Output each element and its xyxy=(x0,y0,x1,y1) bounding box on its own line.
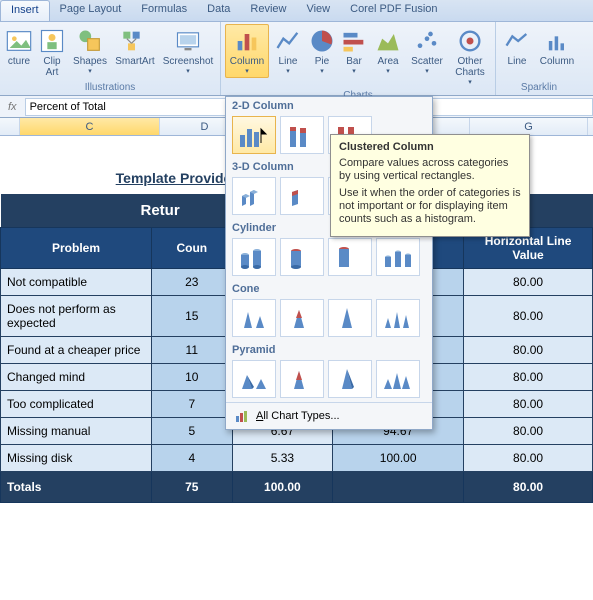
group-charts: Column▾ Line▾ Pie▾ Bar▾ Area▾ Scatter▾ xyxy=(221,22,496,95)
col-header-c[interactable]: C xyxy=(20,118,160,135)
gallery-cylinder-4[interactable] xyxy=(376,238,420,276)
scatter-chart-icon xyxy=(413,27,441,55)
tab-view[interactable]: View xyxy=(296,0,340,21)
group-sparklines-label: Sparklin xyxy=(521,82,557,93)
gallery-stacked-column[interactable] xyxy=(280,116,324,154)
tab-data[interactable]: Data xyxy=(197,0,240,21)
sparkline-column-icon xyxy=(543,27,571,55)
sparkline-column-button[interactable]: Column xyxy=(536,24,578,70)
chart-icon xyxy=(234,408,250,424)
gallery-cone-4[interactable] xyxy=(376,299,420,337)
gallery-cylinder-1[interactable] xyxy=(232,238,276,276)
tab-review[interactable]: Review xyxy=(240,0,296,21)
tooltip-body-1: Compare values across categories by usin… xyxy=(339,157,521,183)
group-illustrations: cture Clip Art Shapes▾ SmartArt Screensh… xyxy=(0,22,221,95)
tab-page-layout[interactable]: Page Layout xyxy=(50,0,132,21)
clipart-button[interactable]: Clip Art xyxy=(36,24,68,81)
group-sparklines: Line Column Sparklin xyxy=(496,22,582,95)
gallery-pyramid-3[interactable] xyxy=(328,360,372,398)
all-chart-types-button[interactable]: AAll Chart Types...ll Chart Types... xyxy=(226,402,432,429)
line-chart-icon xyxy=(274,27,302,55)
col-header-g[interactable]: G xyxy=(470,118,588,135)
fx-icon[interactable]: fx xyxy=(0,101,25,113)
gallery-section-cone: Cone xyxy=(226,280,432,297)
area-chart-icon xyxy=(374,27,402,55)
gallery-section-2d: 2-D Column xyxy=(226,97,432,114)
shapes-icon xyxy=(76,27,104,55)
tooltip-title: Clustered Column xyxy=(339,141,521,153)
smartart-button[interactable]: SmartArt xyxy=(112,24,158,70)
bar-chart-icon xyxy=(340,27,368,55)
pie-chart-button[interactable]: Pie▾ xyxy=(307,24,337,78)
pie-chart-icon xyxy=(308,27,336,55)
picture-button[interactable]: cture xyxy=(4,24,34,70)
screenshot-button[interactable]: Screenshot▾ xyxy=(160,24,216,78)
gallery-cylinder-2[interactable] xyxy=(280,238,324,276)
column-chart-icon xyxy=(233,27,261,55)
picture-icon xyxy=(5,27,33,55)
group-illustrations-label: Illustrations xyxy=(85,82,136,93)
area-chart-button[interactable]: Area▾ xyxy=(371,24,405,78)
tooltip-body-2: Use it when the order of categories is n… xyxy=(339,187,521,226)
row-header-gutter xyxy=(0,118,20,135)
other-charts-button[interactable]: Other Charts▾ xyxy=(449,24,491,89)
gallery-cone-1[interactable] xyxy=(232,299,276,337)
gallery-3d-clustered[interactable] xyxy=(232,177,276,215)
sparkline-line-button[interactable]: Line xyxy=(500,24,534,70)
table-totals-row: Totals75100.0080.00 xyxy=(1,472,593,503)
ribbon: cture Clip Art Shapes▾ SmartArt Screensh… xyxy=(0,22,593,96)
gallery-clustered-column[interactable] xyxy=(232,116,276,154)
gallery-pyramid-1[interactable] xyxy=(232,360,276,398)
table-row: Missing disk45.33100.0080.00 xyxy=(1,445,593,472)
tab-insert[interactable]: Insert xyxy=(0,0,50,21)
other-charts-icon xyxy=(456,27,484,55)
gallery-cone-3[interactable] xyxy=(328,299,372,337)
all-chart-types-label: AAll Chart Types...ll Chart Types... xyxy=(256,410,340,422)
gallery-section-pyramid: Pyramid xyxy=(226,341,432,358)
shapes-button[interactable]: Shapes▾ xyxy=(70,24,110,78)
gallery-cylinder-3[interactable] xyxy=(328,238,372,276)
bar-chart-button[interactable]: Bar▾ xyxy=(339,24,369,78)
tab-formulas[interactable]: Formulas xyxy=(131,0,197,21)
tab-corel-pdf-fusion[interactable]: Corel PDF Fusion xyxy=(340,0,447,21)
line-chart-button[interactable]: Line▾ xyxy=(271,24,305,78)
ribbon-tabs: Insert Page Layout Formulas Data Review … xyxy=(0,0,593,22)
clipart-icon xyxy=(38,27,66,55)
screenshot-icon xyxy=(174,27,202,55)
scatter-chart-button[interactable]: Scatter▾ xyxy=(407,24,447,78)
sparkline-line-icon xyxy=(503,27,531,55)
gallery-pyramid-2[interactable] xyxy=(280,360,324,398)
smartart-icon xyxy=(121,27,149,55)
gallery-pyramid-4[interactable] xyxy=(376,360,420,398)
gallery-cone-2[interactable] xyxy=(280,299,324,337)
column-chart-button[interactable]: Column▾ xyxy=(225,24,269,78)
tooltip-clustered-column: Clustered Column Compare values across c… xyxy=(330,134,530,237)
gallery-3d-stacked[interactable] xyxy=(280,177,324,215)
